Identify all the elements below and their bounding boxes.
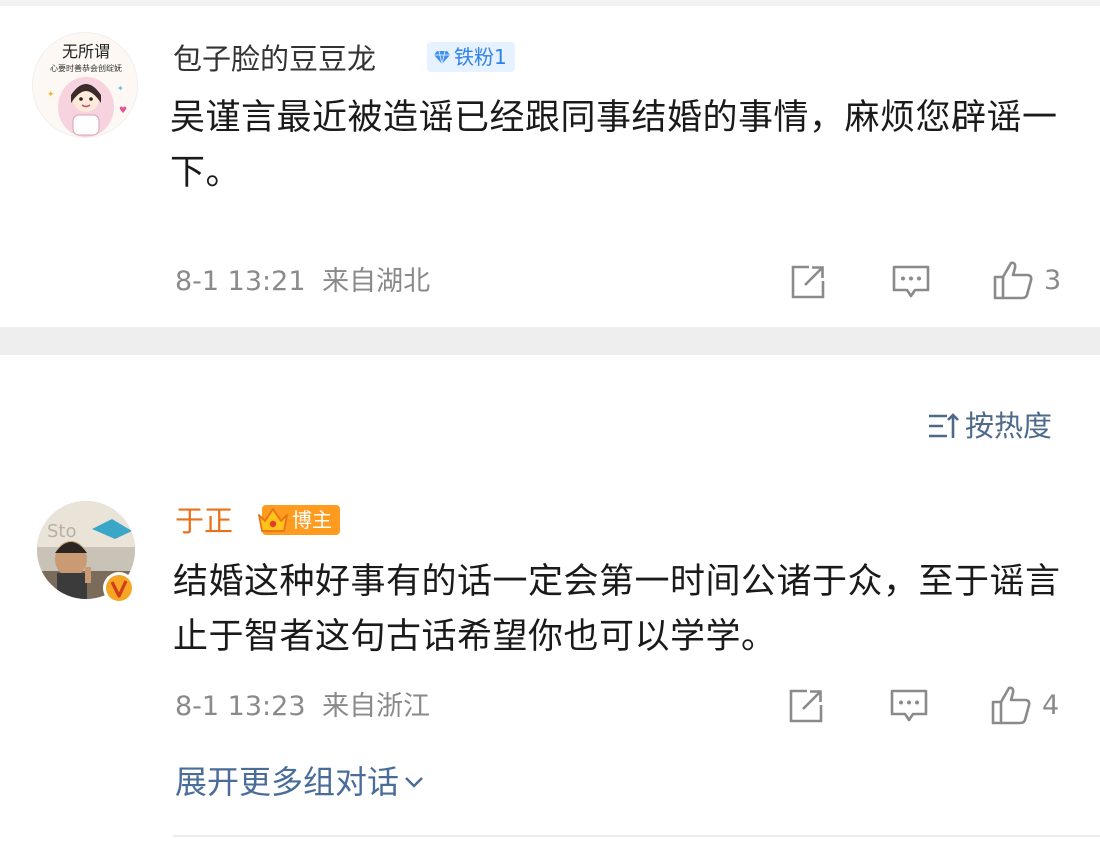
comment-meta: 8-1 13:23 来自浙江 (175, 693, 430, 720)
comment-text[interactable]: 吴谨言最近被造谣已经跟同事结婚的事情，麻烦您辟谣一下。 (170, 91, 1065, 201)
svg-text:Sto: Sto (47, 521, 77, 542)
avatar-text-1: 无所谓 (62, 42, 110, 61)
sort-toggle[interactable]: 按热度 (927, 411, 1052, 441)
share-icon (791, 265, 825, 299)
comment-button[interactable] (891, 263, 931, 301)
fan-badge[interactable]: 铁粉1 (427, 42, 515, 72)
comment-location: 来自浙江 (322, 691, 431, 722)
like-button[interactable]: 4 (990, 684, 1059, 726)
like-icon (993, 261, 1033, 300)
comment-icon (892, 265, 930, 298)
blogger-badge-label: 博主 (292, 508, 332, 532)
share-button[interactable] (787, 687, 825, 725)
diamond-icon (434, 50, 450, 65)
comment-meta: 8-1 13:21 来自湖北 (175, 268, 430, 295)
verified-badge (103, 572, 135, 604)
fan-badge-label: 铁粉1 (454, 45, 507, 69)
comment-username[interactable]: 于正 (175, 507, 233, 536)
svg-text:♥: ♥ (119, 106, 127, 116)
share-icon (789, 689, 823, 723)
crown-icon (258, 508, 288, 532)
like-count: 3 (1044, 264, 1062, 296)
expand-replies-link[interactable]: 展开更多组对话 (175, 766, 425, 798)
section-divider (0, 327, 1100, 355)
sort-label: 按热度 (965, 408, 1053, 443)
avatar[interactable]: 无所谓 心要时善恭会创绽妩 ♥ ✦ ✦ (32, 32, 138, 138)
svg-text:✦: ✦ (117, 84, 124, 93)
comment-username[interactable]: 包子脸的豆豆龙 (173, 45, 376, 74)
sort-icon (929, 413, 959, 438)
svg-text:✦: ✦ (47, 90, 55, 100)
share-button[interactable] (789, 263, 827, 301)
bottom-divider (173, 835, 1100, 837)
like-button[interactable]: 3 (992, 259, 1061, 301)
comment-icon (890, 689, 928, 722)
comment-time: 8-1 13:23 (175, 691, 306, 722)
comment-text[interactable]: 结婚这种好事有的话一定会第一时间公诸于众，至于谣言止于智者这句古话希望你也可以学… (173, 555, 1068, 665)
top-divider (0, 0, 1100, 6)
verified-badge-icon (106, 575, 132, 601)
chevron-down-icon (405, 777, 423, 788)
avatar-text-2: 心要时善恭会创绽妩 (50, 63, 122, 73)
avatar-image: 无所谓 心要时善恭会创绽妩 ♥ ✦ ✦ (33, 33, 137, 137)
like-icon (991, 686, 1031, 725)
comment-time: 8-1 13:21 (175, 266, 306, 297)
expand-label: 展开更多组对话 (175, 763, 400, 801)
comment-button[interactable] (889, 687, 929, 725)
comment-location: 来自湖北 (322, 266, 431, 297)
blogger-badge[interactable]: 博主 (258, 505, 340, 535)
like-count: 4 (1042, 689, 1060, 721)
